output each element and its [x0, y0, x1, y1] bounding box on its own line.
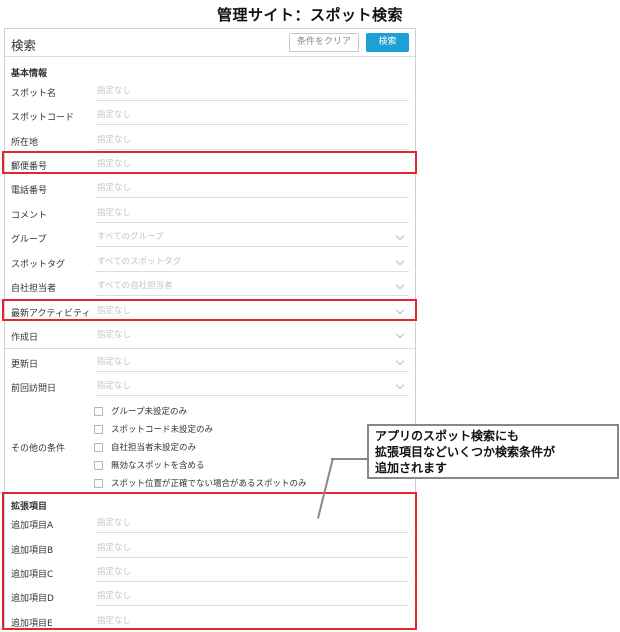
checkbox-icon[interactable] — [94, 407, 103, 416]
callout-line-1: アプリのスポット検索にも — [375, 429, 520, 443]
spot-code-input[interactable]: 指定なし — [95, 106, 409, 125]
checkbox-label: グループ未設定のみ — [111, 407, 187, 417]
updated-date-label: 更新日 — [11, 360, 39, 370]
group-select[interactable]: すべてのグループ — [95, 228, 409, 247]
spot-name-label: スポット名 — [11, 89, 57, 99]
callout-connector — [331, 458, 367, 460]
spot-tag-select[interactable]: すべてのスポットタグ — [95, 253, 409, 272]
group-select-value: すべてのグループ — [97, 232, 164, 242]
spot-tag-select-value: すべてのスポットタグ — [97, 257, 182, 267]
checkbox-label: 自社担当者未設定のみ — [111, 443, 197, 453]
checkbox-label: スポットコード未設定のみ — [111, 425, 214, 435]
chevron-down-icon — [395, 256, 405, 266]
checkbox-label: 無効なスポットを含める — [111, 461, 205, 471]
search-button[interactable]: 検索 — [366, 33, 409, 52]
last-visit-select-value: 指定なし — [97, 381, 132, 391]
address-label: 所在地 — [11, 138, 39, 148]
page-heading: 管理サイト：スポット検索 — [216, 6, 403, 24]
panel-header: 検索 条件をクリア 検索 — [5, 29, 415, 57]
created-date-label: 作成日 — [11, 333, 39, 343]
phone-input[interactable]: 指定なし — [95, 179, 409, 198]
chevron-down-icon — [395, 329, 405, 339]
group-label: グループ — [11, 235, 47, 245]
chevron-down-icon — [395, 280, 405, 290]
clear-conditions-button[interactable]: 条件をクリア — [289, 33, 359, 52]
created-date-select-value: 指定なし — [97, 330, 132, 340]
divider — [5, 348, 415, 349]
checkbox-label: スポット位置が正確でない場合があるスポットのみ — [111, 479, 307, 489]
staff-select-value: すべての自社担当者 — [97, 281, 173, 291]
checkbox-icon[interactable] — [94, 425, 103, 434]
highlight-extended-items — [2, 492, 417, 630]
chevron-down-icon — [395, 356, 405, 366]
other-conditions-label: その他の条件 — [11, 444, 66, 454]
staff-select[interactable]: すべての自社担当者 — [95, 277, 409, 296]
comment-label: コメント — [11, 211, 48, 221]
comment-input[interactable]: 指定なし — [95, 204, 409, 223]
last-visit-label: 前回訪問日 — [11, 384, 57, 394]
panel-title: 検索 — [11, 38, 37, 53]
checkbox-icon[interactable] — [94, 479, 103, 488]
highlight-latest-activity — [2, 299, 417, 321]
basic-info-section-title: 基本情報 — [11, 69, 48, 79]
updated-date-select[interactable]: 指定なし — [95, 353, 409, 372]
address-input[interactable]: 指定なし — [95, 131, 409, 150]
callout-line-3: 追加されます — [375, 461, 448, 475]
phone-label: 電話番号 — [11, 186, 48, 196]
updated-date-select-value: 指定なし — [97, 357, 132, 367]
chevron-down-icon — [395, 380, 405, 390]
callout-line-2: 拡張項目などいくつか検索条件が — [375, 445, 556, 459]
checkbox-icon[interactable] — [94, 443, 103, 452]
spot-tag-label: スポットタグ — [11, 260, 66, 270]
callout-note: アプリのスポット検索にも 拡張項目などいくつか検索条件が 追加されます — [367, 424, 619, 479]
staff-label: 自社担当者 — [11, 284, 57, 294]
created-date-select[interactable]: 指定なし — [95, 326, 409, 345]
chevron-down-icon — [395, 231, 405, 241]
spot-code-label: スポットコード — [11, 113, 75, 123]
spot-name-input[interactable]: 指定なし — [95, 82, 409, 101]
checkbox-icon[interactable] — [94, 461, 103, 470]
highlight-postal-code — [2, 151, 417, 174]
last-visit-select[interactable]: 指定なし — [95, 377, 409, 396]
